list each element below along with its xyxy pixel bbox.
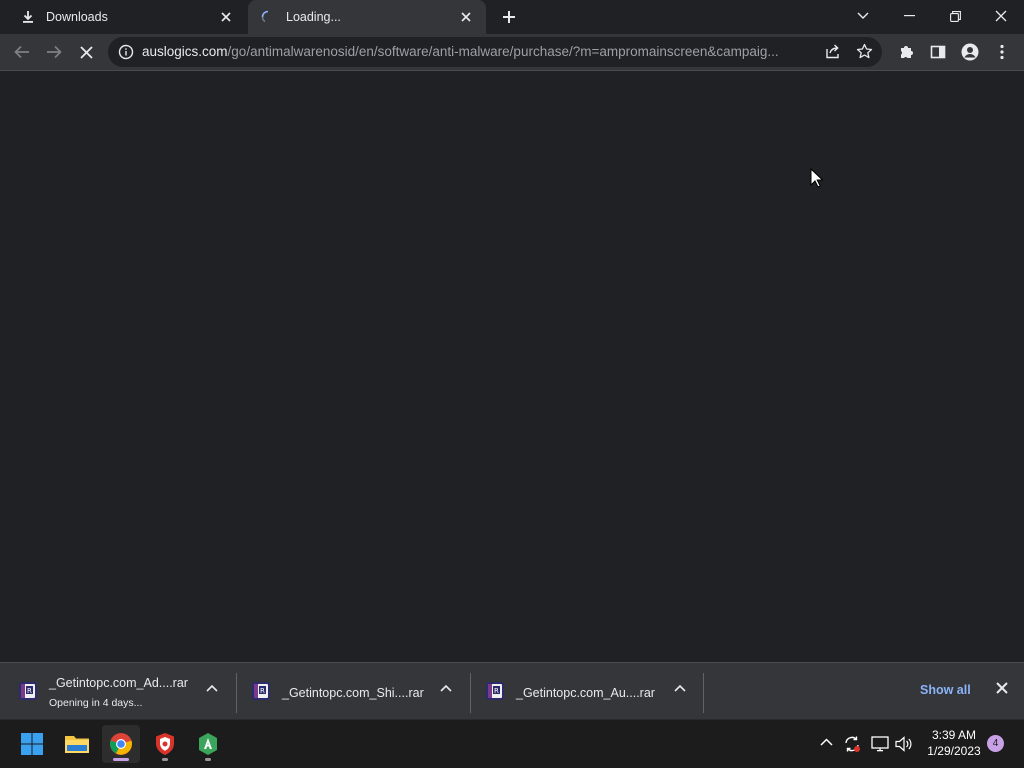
download-item[interactable]: R _Getintopc.com_Au....rar: [471, 663, 703, 719]
profile-button[interactable]: [956, 38, 984, 66]
site-info-icon[interactable]: [118, 44, 134, 60]
menu-button[interactable]: [988, 38, 1016, 66]
download-item[interactable]: R _Getintopc.com_Shi....rar: [237, 663, 470, 719]
close-tab-icon[interactable]: [456, 7, 476, 27]
arrow-left-icon: [14, 45, 29, 59]
chevron-up-icon[interactable]: [206, 684, 218, 692]
restore-button[interactable]: [932, 0, 978, 32]
side-panel-icon: [930, 45, 946, 59]
puzzle-icon: [901, 46, 913, 58]
download-filename: _Getintopc.com_Shi....rar: [282, 686, 424, 700]
tab-loading[interactable]: Loading...: [248, 0, 486, 34]
side-panel-button[interactable]: [924, 38, 952, 66]
volume-icon[interactable]: [895, 736, 913, 752]
shield-icon: [156, 733, 174, 755]
close-tab-icon[interactable]: [216, 7, 236, 27]
url-domain: auslogics.com: [142, 44, 228, 59]
svg-text:R: R: [27, 687, 32, 695]
file-explorer-button[interactable]: [58, 725, 96, 763]
chevron-up-icon[interactable]: [440, 684, 452, 692]
tab-downloads[interactable]: Downloads: [8, 0, 246, 34]
close-icon: [995, 10, 1007, 22]
download-shelf: R _Getintopc.com_Ad....rar Opening in 4 …: [0, 662, 1024, 719]
app-taskbar-button[interactable]: [189, 725, 227, 763]
show-all-link[interactable]: Show all: [920, 683, 971, 697]
mouse-cursor-icon: [810, 168, 823, 188]
hexagon-app-icon: [199, 733, 217, 755]
bookmark-star-icon[interactable]: [856, 43, 873, 60]
windows-logo-icon: [21, 733, 43, 755]
svg-text:R: R: [494, 687, 499, 695]
loading-spinner-icon: [260, 9, 276, 25]
start-button[interactable]: [13, 725, 51, 763]
antivirus-taskbar-button[interactable]: [146, 725, 184, 763]
browser-toolbar: auslogics.com/go/antimalwarenosid/en/sof…: [0, 34, 1024, 71]
address-bar[interactable]: auslogics.com/go/antimalwarenosid/en/sof…: [108, 37, 882, 67]
extensions-button[interactable]: [892, 38, 920, 66]
running-indicator: [205, 758, 211, 761]
close-window-button[interactable]: [978, 0, 1024, 32]
stop-loading-button[interactable]: [72, 38, 100, 66]
chevron-down-icon: [857, 12, 869, 19]
tab-title: Downloads: [46, 10, 108, 24]
url-text[interactable]: auslogics.com/go/antimalwarenosid/en/sof…: [142, 44, 822, 59]
folder-icon: [65, 736, 89, 753]
rar-file-icon: R: [251, 681, 271, 701]
svg-text:R: R: [260, 687, 265, 695]
download-filename: _Getintopc.com_Ad....rar: [49, 676, 188, 690]
clock-date: 1/29/2023: [927, 744, 981, 758]
rar-file-icon: R: [18, 681, 38, 701]
tab-title: Loading...: [286, 10, 341, 24]
system-clock[interactable]: 3:39 AM 1/29/2023: [918, 727, 990, 759]
notification-badge[interactable]: 4: [987, 735, 1004, 752]
profile-icon: [961, 43, 979, 61]
chrome-icon: [110, 733, 132, 755]
sync-status-icon[interactable]: [843, 735, 861, 753]
new-tab-button[interactable]: [498, 6, 520, 28]
minimize-button[interactable]: [886, 0, 932, 32]
running-indicator: [162, 758, 168, 761]
download-icon: [20, 9, 36, 25]
tab-strip: Downloads Loading...: [0, 0, 1024, 34]
back-button[interactable]: [8, 38, 36, 66]
rar-file-icon: R: [485, 681, 505, 701]
kebab-menu-icon: [1000, 44, 1004, 60]
close-shelf-icon[interactable]: [996, 682, 1008, 694]
divider: [703, 673, 704, 713]
minimize-icon: [903, 15, 915, 17]
download-item[interactable]: R _Getintopc.com_Ad....rar Opening in 4 …: [0, 663, 236, 719]
share-icon[interactable]: [824, 43, 841, 60]
download-filename: _Getintopc.com_Au....rar: [516, 686, 655, 700]
page-content[interactable]: [0, 71, 1024, 662]
restore-icon: [949, 10, 961, 22]
stop-x-icon: [79, 45, 93, 59]
arrow-right-icon: [47, 45, 62, 59]
chevron-up-icon[interactable]: [674, 684, 686, 692]
active-indicator: [113, 758, 129, 761]
tab-search-button[interactable]: [840, 0, 886, 32]
chrome-taskbar-button[interactable]: [102, 725, 140, 763]
url-path: /go/antimalwarenosid/en/software/anti-ma…: [227, 44, 779, 59]
taskbar: 3:39 AM 1/29/2023 4: [0, 719, 1024, 768]
clock-time: 3:39 AM: [931, 728, 977, 742]
forward-button[interactable]: [40, 38, 68, 66]
plus-icon: [503, 11, 515, 23]
show-hidden-icons-chevron-icon[interactable]: [820, 738, 833, 746]
network-icon[interactable]: [871, 736, 889, 752]
download-status: Opening in 4 days...: [49, 697, 143, 709]
